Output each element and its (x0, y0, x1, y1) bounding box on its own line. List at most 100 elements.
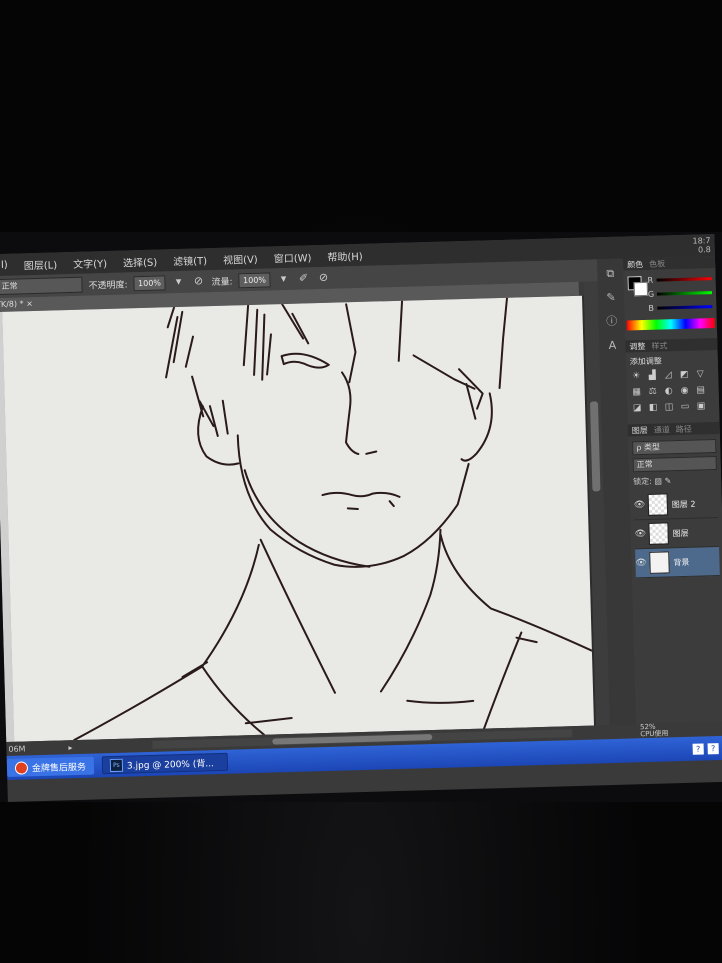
adjustment-icon-grid: ☀ ▟ ◿ ◩ ▽ ▦ ⚖ ◐ ◉ ▤ ◪ ◧ ◫ ▭ ▣ (630, 369, 715, 413)
visibility-eye-icon[interactable]: 👁 (635, 558, 647, 568)
line-sketch (73, 296, 594, 742)
menu-item-view[interactable]: 视图(V) (215, 250, 266, 266)
lock-brush-icon[interactable]: ✎ (664, 476, 671, 485)
layer-row[interactable]: 👁 图层 2 (633, 489, 719, 521)
help-tray-icon[interactable]: ? (707, 742, 719, 754)
tab-paths[interactable]: 路径 (676, 423, 692, 434)
layer-thumbnail (648, 522, 669, 545)
status-arrow-icon[interactable]: ▸ (68, 743, 72, 752)
mouth (321, 491, 401, 511)
tab-color[interactable]: 颜色 (627, 258, 643, 269)
history-icon[interactable]: ⧉ (603, 267, 617, 281)
character-icon[interactable]: A (605, 339, 619, 353)
layer-name: 背景 (673, 557, 690, 567)
monitor-screen: I) 图层(L) 文字(Y) 选择(S) 滤镜(T) 视图(V) 窗口(W) 帮… (0, 233, 722, 802)
layer-blend-mode-select[interactable]: 正常 (632, 456, 717, 473)
exposure-icon[interactable]: ◩ (678, 370, 690, 380)
hue-saturation-icon[interactable]: ▦ (631, 387, 643, 397)
taskbar-app-aftersales[interactable]: 金牌售后服务 (6, 756, 95, 777)
right-ear (460, 392, 493, 462)
pressure-opacity-icon[interactable]: ⊘ (191, 274, 205, 288)
taskbar-app-label: 3.jpg @ 200% (背... (126, 758, 214, 772)
ime-icon[interactable]: ? (692, 742, 704, 755)
blue-label: B (648, 303, 654, 313)
blue-slider[interactable]: B (648, 302, 713, 313)
layer-row[interactable]: 👁 图层 (634, 517, 720, 550)
chevron-down-icon[interactable]: ▾ (276, 272, 290, 286)
neck-right (379, 528, 442, 693)
tab-channels[interactable]: 通道 (654, 424, 670, 435)
opacity-field[interactable]: 100% (133, 274, 166, 291)
threshold-icon[interactable]: ◫ (663, 402, 675, 412)
tab-adjustments[interactable]: 调整 (629, 340, 645, 351)
layer-row-background[interactable]: 👁 背景 (635, 546, 720, 579)
taskbar-app-label: 金牌售后服务 (31, 762, 87, 774)
collarbone-left (244, 716, 293, 725)
menu-item-filter[interactable]: 滤镜(T) (165, 251, 215, 268)
chevron-down-icon[interactable]: ▾ (171, 275, 185, 289)
levels-icon[interactable]: ▟ (646, 371, 658, 381)
visibility-eye-icon[interactable]: 👁 (634, 500, 646, 510)
system-clock: 18:7 0.8 (692, 236, 710, 254)
hair-strands-left (165, 306, 229, 437)
photoshop-icon: Ps (109, 758, 124, 772)
channel-mixer-icon[interactable]: ▤ (695, 385, 707, 395)
photo-filter-icon[interactable]: ◉ (679, 386, 691, 396)
lock-label: 锁定: (633, 476, 653, 487)
menu-item-type[interactable]: 文字(Y) (65, 254, 115, 270)
tab-styles[interactable]: 样式 (651, 340, 667, 351)
red-slider[interactable]: R (647, 274, 712, 285)
tab-swatches[interactable]: 色板 (649, 258, 665, 269)
invert-icon[interactable]: ◪ (631, 403, 643, 413)
menu-item-help[interactable]: 帮助(H) (319, 247, 371, 263)
shoulder-left (73, 543, 260, 742)
hair-fringe (242, 303, 310, 381)
layer-filter-select[interactable]: ρ 类型 (632, 439, 717, 456)
canvas-area (0, 295, 596, 742)
flow-field[interactable]: 100% (238, 271, 271, 288)
drawing-canvas[interactable] (2, 295, 594, 742)
color-balance-icon[interactable]: ⚖ (647, 387, 659, 397)
blend-mode-select[interactable]: 正常 (0, 276, 83, 296)
hair-highlight-curl (280, 352, 330, 369)
visibility-eye-icon[interactable]: 👁 (635, 529, 647, 539)
menu-item-edit-partial[interactable]: I) (0, 259, 16, 271)
lock-row: 锁定: ▨ ✎ (633, 474, 717, 487)
info-icon[interactable]: ⓘ (605, 315, 619, 329)
chin-mark (388, 500, 395, 508)
horizontal-scroll-thumb[interactable] (272, 734, 433, 745)
gradient-map-icon[interactable]: ▭ (679, 402, 691, 412)
menu-item-layer[interactable]: 图层(L) (16, 256, 66, 272)
black-white-icon[interactable]: ◐ (663, 386, 675, 396)
red-label: R (647, 275, 654, 285)
vibrance-icon[interactable]: ▽ (694, 369, 706, 379)
curves-icon[interactable]: ◿ (662, 370, 674, 380)
adjustments-panel: 添加调整 ☀ ▟ ◿ ◩ ▽ ▦ ⚖ ◐ ◉ ▤ ◪ ◧ ◫ ▭ ▣ (626, 350, 720, 425)
tab-layers[interactable]: 图层 (632, 424, 648, 435)
clock-sub: 0.8 (697, 245, 711, 255)
taskbar-app-photoshop[interactable]: Ps 3.jpg @ 200% (背... (101, 752, 229, 775)
color-spectrum[interactable] (626, 318, 715, 331)
flow-label: 流量: (211, 276, 233, 288)
lock-transparent-icon[interactable]: ▨ (654, 477, 662, 486)
brush-preset-icon[interactable]: ✎ (604, 291, 618, 305)
menu-item-window[interactable]: 窗口(W) (265, 249, 319, 265)
green-slider[interactable]: G (648, 288, 712, 298)
airbrush-icon[interactable]: ✐ (296, 271, 310, 285)
app-logo-icon (14, 760, 29, 775)
background-color-swatch[interactable] (633, 281, 649, 297)
collar-right (483, 631, 538, 730)
system-tray: ? ? (692, 742, 719, 755)
selective-color-icon[interactable]: ▣ (695, 401, 707, 411)
menu-item-select[interactable]: 选择(S) (115, 253, 166, 269)
collarbone-right (406, 699, 475, 704)
posterize-icon[interactable]: ◧ (647, 403, 659, 413)
nose (341, 371, 378, 456)
vertical-scroll-thumb[interactable] (589, 401, 601, 492)
doc-size-status: 06M (8, 743, 26, 754)
right-panels: 颜色 色板 R G B 调整 样式 添加调整 ☀ ▟ ◿ ◩ ▽ ▦ ⚖ ◐ ◉… (622, 255, 722, 725)
pressure-size-icon[interactable]: ⊘ (316, 271, 330, 285)
brightness-icon[interactable]: ☀ (630, 371, 642, 381)
layer-thumbnail (647, 493, 669, 516)
opacity-label: 不透明度: (88, 279, 128, 291)
